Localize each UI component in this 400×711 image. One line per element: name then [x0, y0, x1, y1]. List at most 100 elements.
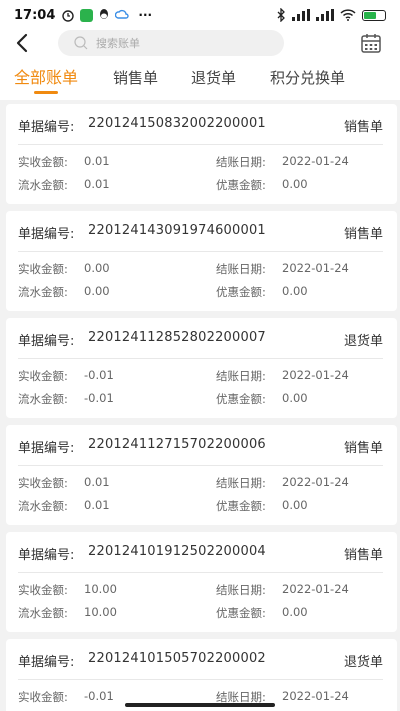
settle-date-label: 结账日期: — [216, 369, 266, 383]
doc-no-label: 单据编号: — [18, 227, 75, 242]
bluetooth-icon — [277, 8, 285, 22]
divider — [18, 144, 383, 145]
discount-label: 优惠金额: — [216, 392, 266, 406]
qq-icon — [100, 9, 109, 19]
settle-date-label: 结账日期: — [216, 583, 266, 597]
alarm-icon — [62, 10, 75, 22]
received-value: 10.00 — [84, 582, 117, 596]
doc-no-value: 220124101505702200002 — [88, 651, 266, 666]
bill-card[interactable]: 单据编号: 220124150832002200001 销售单 实收金额: 0.… — [6, 104, 397, 204]
received-value: 0.01 — [84, 475, 110, 489]
received-label: 实收金额: — [18, 262, 68, 276]
settle-date-label: 结账日期: — [216, 155, 266, 169]
discount-value: 0.00 — [282, 177, 308, 191]
divider — [18, 465, 383, 466]
received-label: 实收金额: — [18, 583, 68, 597]
signal-icon — [292, 9, 310, 21]
bill-card[interactable]: 单据编号: 220124112715702200006 销售单 实收金额: 0.… — [6, 425, 397, 525]
search-bar[interactable] — [58, 30, 284, 56]
settle-date-value: 2022-01-24 — [282, 154, 349, 168]
tab-returns[interactable]: 退货单 — [191, 58, 236, 100]
bill-type: 退货单 — [343, 655, 383, 670]
bill-card[interactable]: 单据编号: 220124143091974600001 销售单 实收金额: 0.… — [6, 211, 397, 311]
discount-value: 0.00 — [282, 605, 308, 619]
divider — [18, 679, 383, 680]
wifi-icon — [340, 9, 356, 21]
chevron-left-icon — [16, 33, 28, 53]
received-value: -0.01 — [84, 368, 114, 382]
system-icons — [277, 8, 386, 22]
divider — [18, 358, 383, 359]
settle-date-value: 2022-01-24 — [282, 689, 349, 703]
received-value: 0.00 — [84, 261, 110, 275]
settle-date-value: 2022-01-24 — [282, 582, 349, 596]
flow-label: 流水金额: — [18, 606, 68, 620]
status-time: 17:04 — [14, 7, 56, 23]
discount-label: 优惠金额: — [216, 499, 266, 513]
doc-no-label: 单据编号: — [18, 120, 75, 135]
settle-date-value: 2022-01-24 — [282, 368, 349, 382]
doc-no-label: 单据编号: — [18, 334, 75, 349]
flow-label: 流水金额: — [18, 392, 68, 406]
doc-no-value: 220124112852802200007 — [88, 330, 266, 345]
flow-value: 10.00 — [84, 605, 117, 619]
discount-value: 0.00 — [282, 391, 308, 405]
tab-sales[interactable]: 销售单 — [113, 58, 158, 100]
flow-value: -0.01 — [84, 391, 114, 405]
tab-all-bills[interactable]: 全部账单 — [14, 58, 78, 100]
bill-card[interactable]: 单据编号: 220124101912502200004 销售单 实收金额: 10… — [6, 532, 397, 632]
bill-card[interactable]: 单据编号: 220124112852802200007 退货单 实收金额: -0… — [6, 318, 397, 418]
settle-date-value: 2022-01-24 — [282, 261, 349, 275]
doc-no-value: 220124101912502200004 — [88, 544, 266, 559]
calendar-button[interactable] — [360, 32, 382, 54]
bill-type: 销售单 — [343, 227, 383, 242]
doc-no-label: 单据编号: — [18, 655, 75, 670]
discount-label: 优惠金额: — [216, 285, 266, 299]
notification-icons: ··· — [61, 8, 152, 22]
flow-value: 0.01 — [84, 177, 110, 191]
flow-value: 0.00 — [84, 284, 110, 298]
received-label: 实收金额: — [18, 690, 68, 704]
flow-label: 流水金额: — [18, 178, 68, 192]
doc-no-value: 220124112715702200006 — [88, 437, 266, 452]
flow-value: 0.01 — [84, 498, 110, 512]
discount-value: 0.00 — [282, 284, 308, 298]
doc-no-value: 220124150832002200001 — [88, 116, 266, 131]
received-label: 实收金额: — [18, 476, 68, 490]
settle-date-value: 2022-01-24 — [282, 475, 349, 489]
received-label: 实收金额: — [18, 155, 68, 169]
home-indicator[interactable] — [125, 703, 275, 707]
bill-type: 销售单 — [343, 548, 383, 563]
discount-label: 优惠金额: — [216, 178, 266, 192]
header — [0, 30, 400, 58]
wechat-icon — [80, 8, 94, 22]
search-icon — [74, 36, 88, 50]
bill-type: 销售单 — [343, 441, 383, 456]
bill-type: 销售单 — [343, 120, 383, 135]
bill-card[interactable]: 单据编号: 220124101505702200002 退货单 实收金额: -0… — [6, 639, 397, 711]
doc-no-label: 单据编号: — [18, 441, 75, 456]
search-input[interactable] — [96, 36, 256, 50]
divider — [18, 572, 383, 573]
settle-date-label: 结账日期: — [216, 262, 266, 276]
flow-label: 流水金额: — [18, 285, 68, 299]
received-label: 实收金额: — [18, 369, 68, 383]
settle-date-label: 结账日期: — [216, 476, 266, 490]
back-button[interactable] — [12, 30, 32, 56]
cloud-icon — [115, 9, 130, 19]
status-bar: 17:04 ··· — [0, 0, 400, 30]
battery-icon — [362, 9, 386, 21]
flow-label: 流水金额: — [18, 499, 68, 513]
discount-value: 0.00 — [282, 498, 308, 512]
discount-label: 优惠金额: — [216, 606, 266, 620]
doc-no-value: 220124143091974600001 — [88, 223, 266, 238]
bill-tabs: 全部账单 销售单 退货单 积分兑换单 — [0, 58, 400, 100]
doc-no-label: 单据编号: — [18, 548, 75, 563]
calendar-icon — [361, 34, 381, 53]
more-notifications: ··· — [138, 8, 153, 22]
received-value: -0.01 — [84, 689, 114, 703]
signal-icon — [316, 9, 334, 21]
tab-points-exchange[interactable]: 积分兑换单 — [270, 58, 345, 100]
bill-type: 退货单 — [343, 334, 383, 349]
received-value: 0.01 — [84, 154, 110, 168]
